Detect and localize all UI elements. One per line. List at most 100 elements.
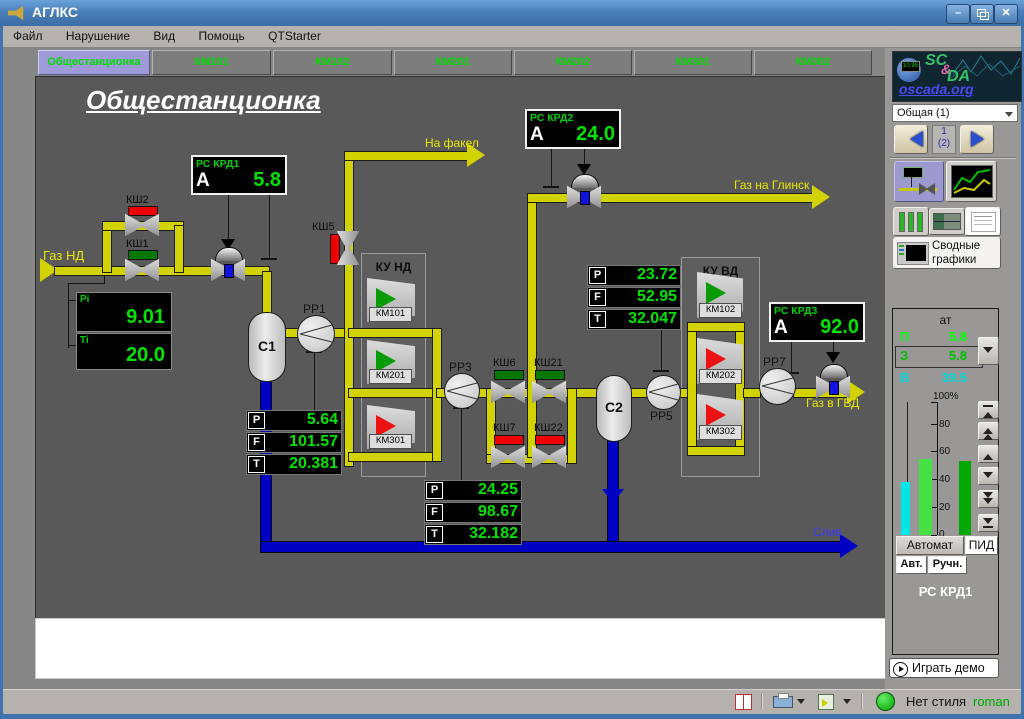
tab-obshestancionka[interactable]: Общестанционка <box>38 50 150 75</box>
spin-up-button[interactable] <box>978 445 999 463</box>
valve-ksh22-icon[interactable] <box>532 445 566 469</box>
valve-ksh1-state[interactable] <box>128 250 158 260</box>
minimize-button[interactable]: – <box>946 4 970 24</box>
print-icon[interactable] <box>773 696 793 708</box>
document-view-button[interactable] <box>965 207 1001 236</box>
bars-icon <box>908 212 914 232</box>
regulator-pp7[interactable] <box>759 368 796 405</box>
tab-km202[interactable]: КМ202 <box>514 50 632 75</box>
menu-qtstarter[interactable]: QTStarter <box>258 26 331 43</box>
valve-ksh2-icon[interactable] <box>125 213 159 237</box>
valve-ksh6-state[interactable] <box>494 370 524 380</box>
export-icon[interactable] <box>818 694 834 710</box>
mnemo-canvas[interactable]: Общестанционка КУ НД КУ ВД Слив <box>35 76 886 619</box>
tab-km101[interactable]: КМ101 <box>152 50 271 75</box>
controller-krd2[interactable]: РС КРД2 А 24.0 <box>525 109 621 149</box>
mnemo-view-button[interactable] <box>894 161 944 202</box>
spin-top-button[interactable] <box>978 401 999 419</box>
control-valve-krd1-dome[interactable] <box>215 247 243 261</box>
sp-label: З <box>900 348 908 363</box>
export-dropdown-icon[interactable] <box>843 699 851 708</box>
pft-box-knd: P5.64 F101.57 T20.381 <box>246 410 342 476</box>
spin-bottom-button[interactable] <box>978 514 999 532</box>
valve-ksh6-icon[interactable] <box>491 380 525 404</box>
pipe-flare <box>344 151 470 161</box>
main-area: Общестанционка КМ101 КМ102 КМ201 КМ202 К… <box>3 47 1021 689</box>
bars-icon <box>899 212 905 232</box>
pipe-bypass-left <box>102 225 112 273</box>
oscillo-view-button[interactable] <box>929 208 965 235</box>
control-valve-krd3-dome[interactable] <box>820 364 848 378</box>
tab-km201[interactable]: КМ201 <box>394 50 512 75</box>
trend-view-button[interactable] <box>946 161 997 202</box>
controller-krd3[interactable]: РС КРД3 А 92.0 <box>769 302 865 342</box>
pipe-km101-loop <box>348 328 442 338</box>
tab-km102[interactable]: КМ102 <box>273 50 392 75</box>
sensor-line <box>791 340 792 372</box>
automat-button[interactable]: Автомат <box>896 536 964 555</box>
application-window: АГЛКС – ✕ Файл Нарушение Вид Помощь QTSt… <box>0 0 1024 719</box>
spin-fast-down-button[interactable] <box>978 490 999 508</box>
separator-c1[interactable]: С1 <box>248 312 286 382</box>
print-dropdown-icon[interactable] <box>797 699 805 708</box>
valve-ksh1-icon[interactable] <box>125 258 159 282</box>
pipe-km301-loop <box>348 452 442 462</box>
play-demo-button[interactable]: Играть демо <box>889 658 999 678</box>
compressor-label: КМ202 <box>699 369 742 384</box>
pipe-km201-loop <box>348 388 442 398</box>
next-page-button[interactable] <box>960 125 994 154</box>
restore-button[interactable] <box>970 4 994 24</box>
mnemo-icon-valve <box>919 183 935 195</box>
regulator-glyph <box>647 376 680 409</box>
compressor-km101[interactable]: КМ101 <box>367 278 415 322</box>
user-status[interactable]: roman <box>973 694 1010 709</box>
valve-ksh22-state[interactable] <box>535 435 565 445</box>
sp-value: 5.8 <box>923 348 967 363</box>
close-button[interactable]: ✕ <box>994 4 1018 24</box>
unit-label: ат <box>893 313 998 327</box>
arrow-up-icon <box>983 429 993 440</box>
pid-button[interactable]: ПИД <box>965 536 998 555</box>
setpoint-dropdown-button[interactable] <box>978 337 999 365</box>
tab-km301[interactable]: КМ301 <box>634 50 752 75</box>
control-valve-krd2-dome[interactable] <box>571 174 599 188</box>
sensor-tap <box>543 186 559 188</box>
valve-ksh5-state[interactable] <box>330 234 340 264</box>
view-select[interactable]: Общая (1) <box>892 104 1018 122</box>
ruchn-button[interactable]: Ручн. <box>928 556 967 574</box>
logo-site-link[interactable]: oscada.org <box>899 81 974 97</box>
menu-violation[interactable]: Нарушение <box>56 26 140 43</box>
compressor-km201[interactable]: КМ201 <box>367 340 415 384</box>
prev-page-button[interactable] <box>894 125 928 154</box>
summary-graphs-button[interactable]: Сводные графики <box>893 237 1001 269</box>
regulator-pp1[interactable] <box>297 315 335 353</box>
valve-ksh6-label: КШ6 <box>493 357 516 369</box>
regulator-pp5[interactable] <box>646 375 681 410</box>
regulator-pp3[interactable] <box>444 373 480 409</box>
avt-button[interactable]: Авт. <box>896 556 927 574</box>
indicator-pi: Pi 9.01 <box>76 292 172 332</box>
indicator-ti: Ti 20.0 <box>76 333 172 370</box>
menu-view[interactable]: Вид <box>143 26 185 43</box>
bars-view-button[interactable] <box>893 207 929 236</box>
controller-krd1[interactable]: РС КРД1 А 5.8 <box>191 155 287 195</box>
drain-arrow <box>840 534 858 558</box>
valve-ksh2-state[interactable] <box>128 206 158 216</box>
valve-ksh21-state[interactable] <box>535 370 565 380</box>
spin-down-button[interactable] <box>978 467 999 485</box>
compressor-km202[interactable]: КМ202 <box>697 338 743 384</box>
menu-file[interactable]: Файл <box>3 26 53 43</box>
menu-help[interactable]: Помощь <box>188 26 254 43</box>
separator-c2[interactable]: С2 <box>596 375 632 442</box>
compressor-km302[interactable]: КМ302 <box>697 394 743 440</box>
title-bar[interactable]: АГЛКС – ✕ <box>0 0 1024 26</box>
pipe-to-c1 <box>262 271 272 315</box>
valve-ksh21-icon[interactable] <box>532 380 566 404</box>
valve-ksh7-icon[interactable] <box>491 445 525 469</box>
compressor-km301[interactable]: КМ301 <box>367 405 415 449</box>
compressor-km102[interactable]: КМ102 <box>697 272 743 318</box>
valve-ksh7-state[interactable] <box>494 435 524 445</box>
tab-km302[interactable]: КМ302 <box>754 50 872 75</box>
book-icon[interactable] <box>735 694 752 710</box>
spin-fast-up-button[interactable] <box>978 422 999 440</box>
